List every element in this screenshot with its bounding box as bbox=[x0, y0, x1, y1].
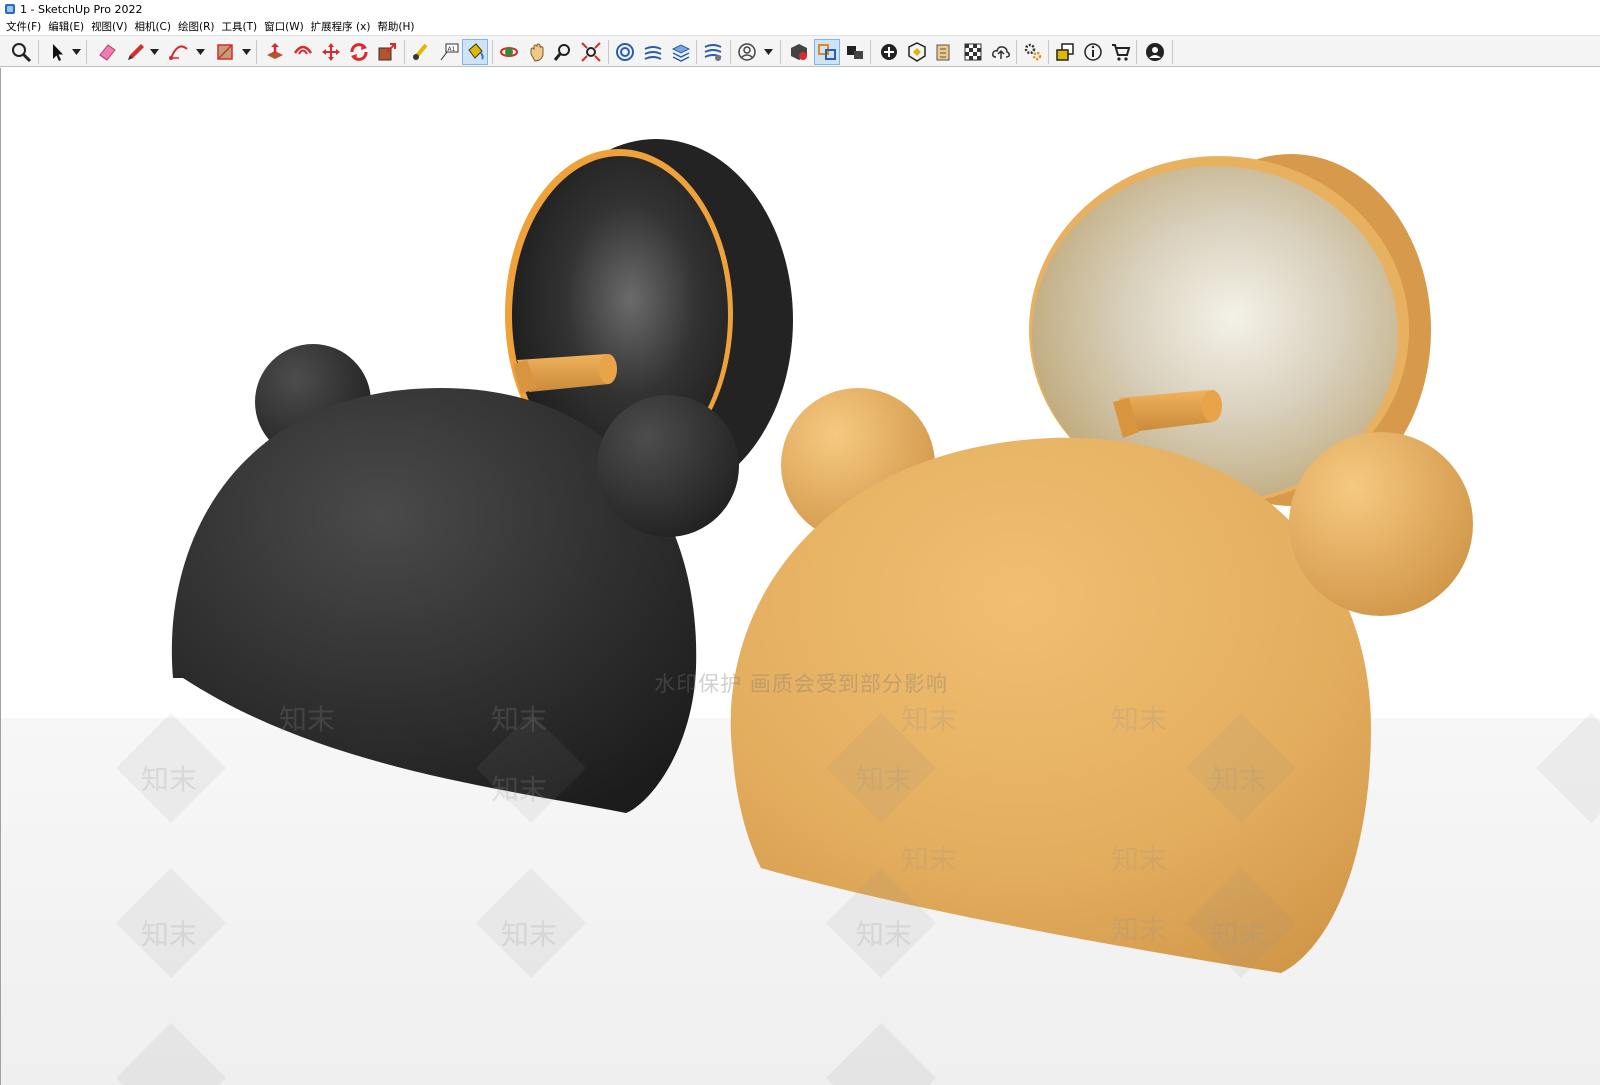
gold-lamp-shade bbox=[730, 437, 1371, 974]
menu-extensions[interactable]: 扩展程序 (x) bbox=[310, 19, 377, 34]
cart-icon[interactable] bbox=[1108, 39, 1134, 65]
toolbar-separator bbox=[404, 40, 405, 64]
scale-icon[interactable] bbox=[374, 39, 400, 65]
user-icon[interactable] bbox=[734, 39, 760, 65]
pan-icon[interactable] bbox=[524, 39, 550, 65]
tape-measure-icon[interactable] bbox=[408, 39, 434, 65]
watermark-brand: 知末 bbox=[141, 763, 198, 796]
chevron-down-icon[interactable] bbox=[196, 48, 205, 56]
watermark-brand: 知末 bbox=[856, 918, 913, 951]
menu-view[interactable]: 视图(V) bbox=[90, 19, 133, 34]
warehouse-icon[interactable] bbox=[612, 39, 638, 65]
gold-lamp-right-ear bbox=[1289, 432, 1473, 616]
toolbar-separator bbox=[1016, 40, 1017, 64]
watermark-brand: 知末 bbox=[491, 703, 548, 736]
zoom-window-icon[interactable] bbox=[550, 39, 576, 65]
toolbar-separator bbox=[696, 40, 697, 64]
move-icon[interactable] bbox=[318, 39, 344, 65]
toolbar-separator bbox=[1172, 40, 1173, 64]
watermark-strip: 水印保护 画质会受到部分影响 bbox=[1, 670, 1600, 696]
toolbar-separator bbox=[730, 40, 731, 64]
watermark-brand: 知末 bbox=[141, 918, 198, 951]
menu-camera[interactable]: 相机(C) bbox=[133, 19, 177, 34]
rotate-icon[interactable] bbox=[346, 39, 372, 65]
watermark-brand: 知末 bbox=[1211, 918, 1268, 951]
chevron-down-icon[interactable] bbox=[242, 48, 251, 56]
watermark-brand: 知末 bbox=[1111, 843, 1168, 876]
layers-icon[interactable] bbox=[668, 39, 694, 65]
menu-bar: 文件(F) 编辑(E) 视图(V) 相机(C) 绘图(R) 工具(T) 窗口(W… bbox=[0, 18, 1600, 35]
account-icon[interactable] bbox=[1142, 39, 1168, 65]
watermark-brand: 知末 bbox=[901, 843, 958, 876]
watermark-brand: 知末 bbox=[1211, 763, 1268, 796]
black-lamp-right-ear bbox=[597, 395, 739, 537]
section-icon[interactable] bbox=[700, 39, 726, 65]
toolbar-separator bbox=[38, 40, 39, 64]
watermark-brand: 知末 bbox=[901, 703, 958, 736]
watermark-brand: 知末 bbox=[1111, 913, 1168, 946]
add-location-icon[interactable] bbox=[876, 39, 902, 65]
toolbar-separator bbox=[870, 40, 871, 64]
watermark-brand: 知末 bbox=[491, 773, 548, 806]
gold-lamp-model[interactable] bbox=[730, 154, 1473, 974]
sketchup-app-icon bbox=[5, 4, 15, 14]
black-lamp-arm-end bbox=[599, 354, 617, 384]
materials-icon[interactable] bbox=[960, 39, 986, 65]
menu-file[interactable]: 文件(F) bbox=[5, 19, 47, 34]
menu-draw[interactable]: 绘图(R) bbox=[177, 19, 221, 34]
gold-lamp-arm-end bbox=[1202, 390, 1222, 422]
toolbar-separator bbox=[1136, 40, 1137, 64]
main-toolbar: A1 bbox=[0, 35, 1600, 67]
push-pull-icon[interactable] bbox=[262, 39, 288, 65]
shadows-icon[interactable] bbox=[904, 39, 930, 65]
toolbar-separator bbox=[1048, 40, 1049, 64]
menu-window[interactable]: 窗口(W) bbox=[263, 19, 310, 34]
menu-edit[interactable]: 编辑(E) bbox=[47, 19, 90, 34]
offset-icon[interactable] bbox=[290, 39, 316, 65]
text-icon[interactable]: A1 bbox=[436, 39, 462, 65]
toolbar-separator bbox=[608, 40, 609, 64]
zoom-extents-icon[interactable] bbox=[578, 39, 604, 65]
watermark-brand: 知末 bbox=[279, 703, 336, 736]
orbit-icon[interactable] bbox=[496, 39, 522, 65]
menu-help[interactable]: 帮助(H) bbox=[376, 19, 420, 34]
upload-icon[interactable] bbox=[988, 39, 1014, 65]
model-info-icon[interactable] bbox=[786, 39, 812, 65]
arc-icon[interactable] bbox=[166, 39, 192, 65]
styles-icon[interactable] bbox=[932, 39, 958, 65]
watermark-brand: 知末 bbox=[501, 918, 558, 951]
black-lamp-model[interactable] bbox=[171, 139, 793, 813]
eraser-icon[interactable] bbox=[94, 39, 120, 65]
toolbar-separator bbox=[780, 40, 781, 64]
sandbox-icon[interactable] bbox=[640, 39, 666, 65]
scenes-icon[interactable] bbox=[842, 39, 868, 65]
chevron-down-icon[interactable] bbox=[764, 48, 773, 56]
extension-icon[interactable] bbox=[1020, 39, 1046, 65]
chevron-down-icon[interactable] bbox=[72, 48, 81, 56]
model-viewport[interactable]: 水印保护 画质会受到部分影响 知末 知末 知末 知末 知末 知末 知末 知末 知… bbox=[0, 68, 1600, 1085]
toolbar-separator bbox=[256, 40, 257, 64]
select-icon[interactable] bbox=[44, 39, 70, 65]
zoom-icon[interactable] bbox=[8, 39, 34, 65]
outliner-icon[interactable] bbox=[1052, 39, 1078, 65]
model-scene[interactable] bbox=[1, 68, 1600, 1085]
pencil-icon[interactable] bbox=[122, 39, 148, 65]
paint-bucket-icon[interactable] bbox=[462, 39, 488, 65]
component-icon[interactable] bbox=[814, 39, 840, 65]
info-icon[interactable] bbox=[1080, 39, 1106, 65]
chevron-down-icon[interactable] bbox=[150, 48, 159, 56]
watermark-text: 水印保护 画质会受到部分影响 bbox=[654, 672, 948, 696]
toolbar-separator bbox=[86, 40, 87, 64]
title-bar: 1 - SketchUp Pro 2022 bbox=[0, 0, 1600, 18]
watermark-brand: 知末 bbox=[856, 763, 913, 796]
menu-tools[interactable]: 工具(T) bbox=[220, 19, 263, 34]
svg-text:A1: A1 bbox=[448, 46, 456, 53]
watermark-brand: 知末 bbox=[1111, 703, 1168, 736]
window-title: 1 - SketchUp Pro 2022 bbox=[20, 2, 143, 16]
rectangle-icon[interactable] bbox=[212, 39, 238, 65]
toolbar-separator bbox=[492, 40, 493, 64]
